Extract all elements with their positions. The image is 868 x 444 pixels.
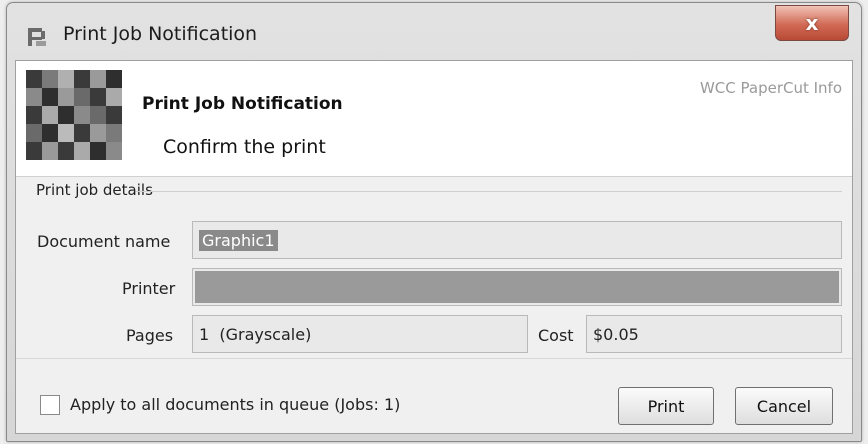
app-icon — [28, 28, 46, 46]
document-name-label: Document name — [37, 232, 171, 251]
cost-field[interactable]: $0.05 — [586, 315, 842, 353]
cost-label: Cost — [538, 326, 574, 345]
brand-label: WCC PaperCut Info — [699, 79, 842, 97]
dialog-content: Print Job Notification Confirm the print… — [15, 60, 853, 434]
papercut-logo-icon — [26, 70, 122, 160]
header-subtitle: Confirm the print — [163, 136, 326, 158]
apply-to-all-checkbox[interactable] — [40, 395, 60, 415]
footer-divider — [16, 358, 852, 359]
print-job-notification-window: Print Job Notification x Print Job Notif… — [6, 2, 862, 442]
document-name-value: Graphic1 — [199, 229, 278, 251]
print-button[interactable]: Print — [618, 387, 714, 425]
printer-value-box — [195, 271, 839, 303]
print-job-details-group-label: Print job details — [36, 181, 153, 199]
close-button[interactable]: x — [775, 5, 849, 41]
printer-label: Printer — [122, 279, 176, 298]
title-bar[interactable]: Print Job Notification x — [7, 3, 861, 59]
window-title: Print Job Notification — [63, 23, 258, 45]
close-icon: x — [805, 11, 819, 35]
cost-value: $0.05 — [593, 324, 639, 344]
dialog-header: Print Job Notification Confirm the print… — [16, 61, 852, 177]
pages-field[interactable]: 1 (Grayscale) — [192, 315, 528, 353]
header-title: Print Job Notification — [142, 94, 343, 114]
pages-value: 1 (Grayscale) — [199, 324, 312, 344]
printer-field[interactable] — [192, 268, 842, 306]
cancel-button[interactable]: Cancel — [735, 387, 833, 425]
document-name-field[interactable]: Graphic1 — [192, 221, 842, 259]
apply-to-all-label[interactable]: Apply to all documents in queue (Jobs: 1… — [70, 395, 400, 414]
pages-label: Pages — [126, 326, 174, 345]
group-divider — [136, 191, 842, 192]
